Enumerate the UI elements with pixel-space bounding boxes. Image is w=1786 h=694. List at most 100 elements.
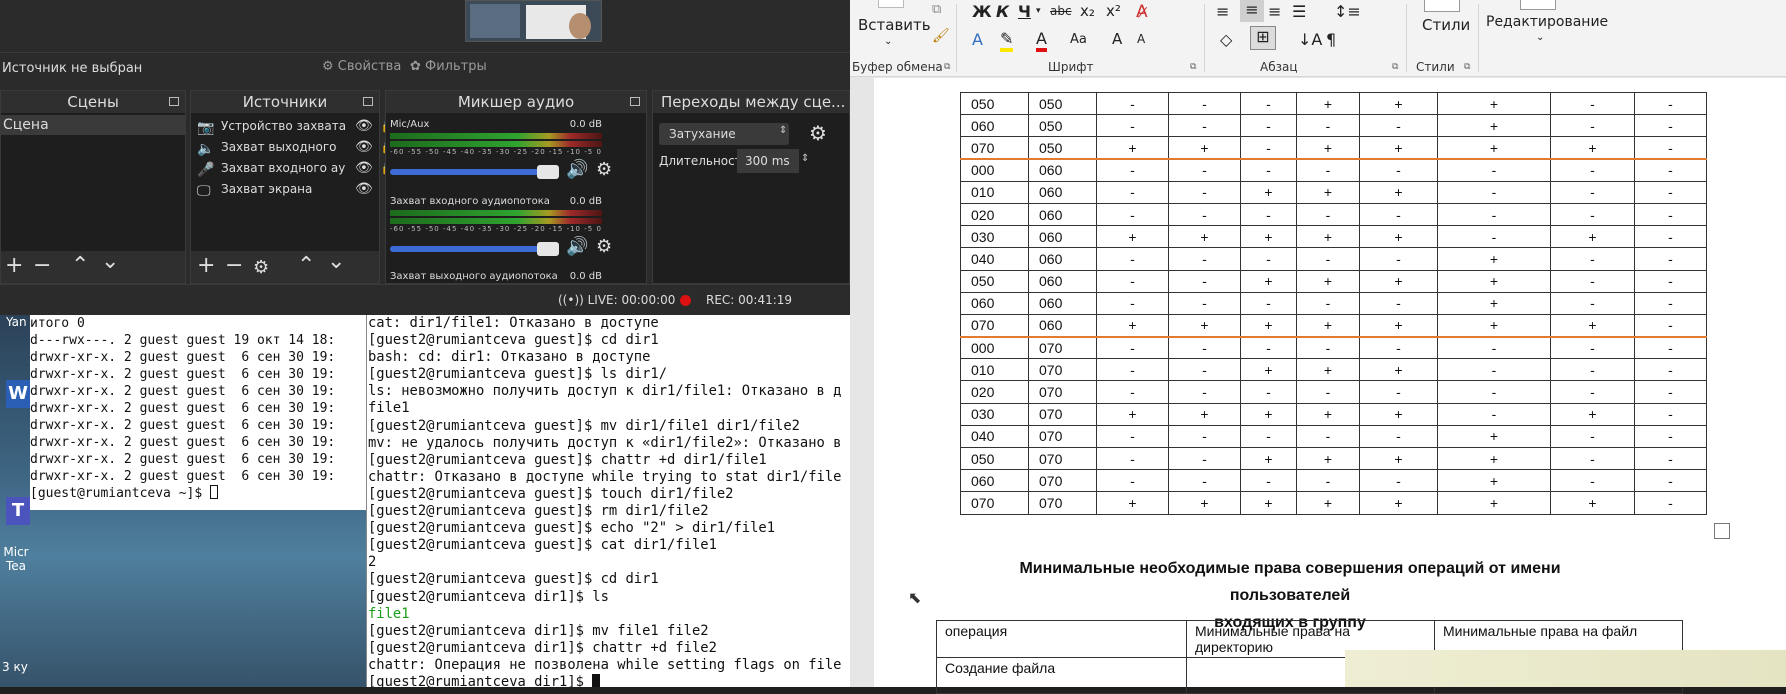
remove-icon[interactable]: − bbox=[225, 255, 243, 277]
move-up-icon[interactable]: ⌃ bbox=[71, 255, 89, 277]
terminal-line: mv: не удалось получить доступ к «dir1/f… bbox=[368, 434, 842, 451]
terminal-line: chattr: Отказано в доступе while trying … bbox=[368, 468, 842, 485]
shrink-font-icon[interactable]: A bbox=[1137, 32, 1145, 46]
eye-icon[interactable]: 👁 bbox=[355, 116, 373, 137]
chevron-updown-icon[interactable]: ⇕ bbox=[779, 125, 787, 136]
dialog-launcher-icon[interactable]: ⧉ bbox=[1392, 62, 1398, 72]
table-cell: + bbox=[1437, 491, 1551, 515]
scene-item[interactable]: Сцена bbox=[1, 115, 185, 135]
justify-icon[interactable]: ☰ bbox=[1292, 2, 1306, 21]
eye-icon[interactable]: 👁 bbox=[355, 137, 373, 158]
desktop-icon[interactable]: Yan bbox=[6, 315, 27, 329]
align-center-icon[interactable]: ≡ bbox=[1240, 0, 1264, 22]
shading-icon[interactable]: ◇ bbox=[1220, 30, 1232, 49]
table-row: 030 070 + + + + + - + - bbox=[960, 402, 1707, 426]
dialog-launcher-icon[interactable]: ⧉ bbox=[944, 62, 950, 72]
styles-group-label: Стили bbox=[1416, 60, 1455, 74]
gear-icon[interactable]: ⚙ bbox=[596, 236, 612, 257]
mixer-channel: Захват выходного аудиопотока 0.0 dB bbox=[390, 271, 602, 282]
subscript-button[interactable]: x₂ bbox=[1080, 2, 1095, 20]
table-cell: - bbox=[1240, 136, 1297, 161]
copy-icon[interactable]: ⧉ bbox=[932, 2, 941, 17]
dialog-launcher-icon[interactable]: ⧉ bbox=[1190, 62, 1196, 72]
move-up-icon[interactable]: ⌃ bbox=[297, 255, 315, 277]
duration-input[interactable]: 300 ms bbox=[737, 149, 799, 173]
table-cell: 030 bbox=[960, 225, 1029, 249]
editing-button[interactable]: Редактирование bbox=[1486, 14, 1608, 30]
terminal-line: [guest2@rumiantceva guest]$ cat dir1/fil… bbox=[368, 537, 717, 554]
source-item[interactable]: 📷Устройство захвата👁🔒 bbox=[191, 116, 396, 137]
gear-icon[interactable]: ⚙ bbox=[596, 159, 612, 180]
source-item[interactable]: 🔈Захват выходного👁🔒 bbox=[191, 137, 396, 158]
table-cell: 060 bbox=[1028, 180, 1097, 204]
chevron-down-icon[interactable]: ⌄ bbox=[884, 36, 892, 47]
volume-slider[interactable] bbox=[390, 165, 559, 179]
italic-button[interactable]: К bbox=[996, 2, 1009, 21]
gear-icon[interactable]: ⚙ bbox=[253, 257, 269, 279]
undock-icon[interactable] bbox=[630, 97, 640, 106]
text-effects-icon[interactable]: A bbox=[972, 30, 983, 49]
sort-icon[interactable]: ↓A bbox=[1298, 30, 1322, 49]
pilcrow-icon[interactable]: ¶ bbox=[1326, 30, 1336, 49]
stepper-icon[interactable]: ⇕ bbox=[801, 153, 809, 164]
table-cell: 010 bbox=[960, 358, 1029, 382]
gear-icon[interactable]: ⚙ bbox=[809, 121, 827, 145]
add-icon[interactable]: + bbox=[5, 255, 23, 277]
undock-icon[interactable] bbox=[363, 97, 373, 106]
speaker-icon[interactable]: 🔊 bbox=[566, 159, 588, 180]
borders-icon[interactable]: ⊞ bbox=[1250, 26, 1276, 50]
strikethrough-button[interactable]: abc bbox=[1050, 4, 1072, 18]
bold-button[interactable]: Ж bbox=[972, 2, 992, 21]
terminal-line: [guest2@rumiantceva guest]$ ls dir1/ bbox=[368, 366, 668, 383]
grow-font-icon[interactable]: A bbox=[1112, 30, 1122, 48]
dialog-launcher-icon[interactable]: ⧉ bbox=[1464, 62, 1470, 72]
terminal-prompt: [guest@rumiantceva ~]$ bbox=[30, 486, 211, 501]
remove-icon[interactable]: − bbox=[33, 255, 51, 277]
superscript-button[interactable]: x² bbox=[1106, 2, 1121, 20]
terminal-guest[interactable]: итого 0 d---rwx---. 2 guest guest 19 окт… bbox=[30, 315, 368, 510]
clear-format-icon[interactable]: A̷ bbox=[1136, 2, 1148, 22]
add-icon[interactable]: + bbox=[197, 255, 215, 277]
undock-icon[interactable] bbox=[169, 97, 179, 106]
change-case-icon[interactable]: Aa bbox=[1070, 32, 1087, 47]
table-cell: - bbox=[1240, 202, 1297, 227]
align-right-icon[interactable]: ≡ bbox=[1268, 2, 1281, 21]
line-spacing-icon[interactable]: ↕≡ bbox=[1334, 2, 1361, 21]
transition-select[interactable]: Затухание bbox=[659, 123, 789, 145]
source-item[interactable]: 🖵 Захват экрана 👁 bbox=[191, 179, 379, 200]
move-down-icon[interactable]: ⌄ bbox=[101, 251, 119, 273]
underline-button[interactable]: Ч bbox=[1018, 2, 1031, 21]
table-cell: + bbox=[1296, 136, 1360, 161]
camera-icon: 📷 bbox=[197, 120, 215, 136]
eye-icon[interactable]: 👁 bbox=[355, 158, 373, 179]
highlight-icon[interactable]: ✎ bbox=[1000, 30, 1014, 52]
clipboard-icon[interactable] bbox=[878, 0, 904, 8]
table-cell: + bbox=[1550, 225, 1635, 249]
font-color-icon[interactable]: A bbox=[1036, 30, 1047, 52]
table-row: 070 070 + + + + + + + - bbox=[960, 491, 1707, 515]
speaker-icon[interactable]: 🔊 bbox=[566, 236, 588, 257]
format-painter-icon[interactable]: 🖌 bbox=[932, 28, 950, 44]
source-item[interactable]: 🎤Захват входного ау👁🔒 bbox=[191, 158, 396, 179]
table-cell: + bbox=[1296, 91, 1360, 116]
table-cell: - bbox=[1634, 491, 1707, 515]
find-icon[interactable] bbox=[1520, 0, 1556, 10]
table-resize-handle[interactable] bbox=[1714, 523, 1730, 539]
styles-gallery-icon[interactable] bbox=[1424, 0, 1460, 12]
eye-icon[interactable]: 👁 bbox=[355, 179, 373, 200]
volume-slider[interactable] bbox=[390, 242, 559, 256]
chevron-down-icon[interactable]: ▾ bbox=[1036, 6, 1041, 16]
table-row: 000 070- - - - - - - - bbox=[960, 336, 1707, 360]
move-down-icon[interactable]: ⌄ bbox=[327, 251, 345, 273]
word-icon[interactable]: W bbox=[6, 380, 30, 408]
chevron-down-icon[interactable]: ⌄ bbox=[1536, 32, 1544, 43]
table-cell: - bbox=[1296, 380, 1360, 404]
terminal-guest2[interactable]: cat: dir1/file1: Отказано в доступе [gue… bbox=[366, 315, 850, 687]
table-cell: - bbox=[1437, 202, 1551, 227]
teams-icon[interactable]: T bbox=[6, 497, 30, 525]
properties-button[interactable]: ⚙ Свойства bbox=[322, 59, 401, 74]
styles-button[interactable]: Стили bbox=[1422, 16, 1470, 34]
paste-button[interactable]: Вставить bbox=[858, 16, 931, 34]
filters-button[interactable]: ✿ Фильтры bbox=[410, 59, 487, 74]
align-left-icon[interactable]: ≡ bbox=[1216, 2, 1229, 21]
